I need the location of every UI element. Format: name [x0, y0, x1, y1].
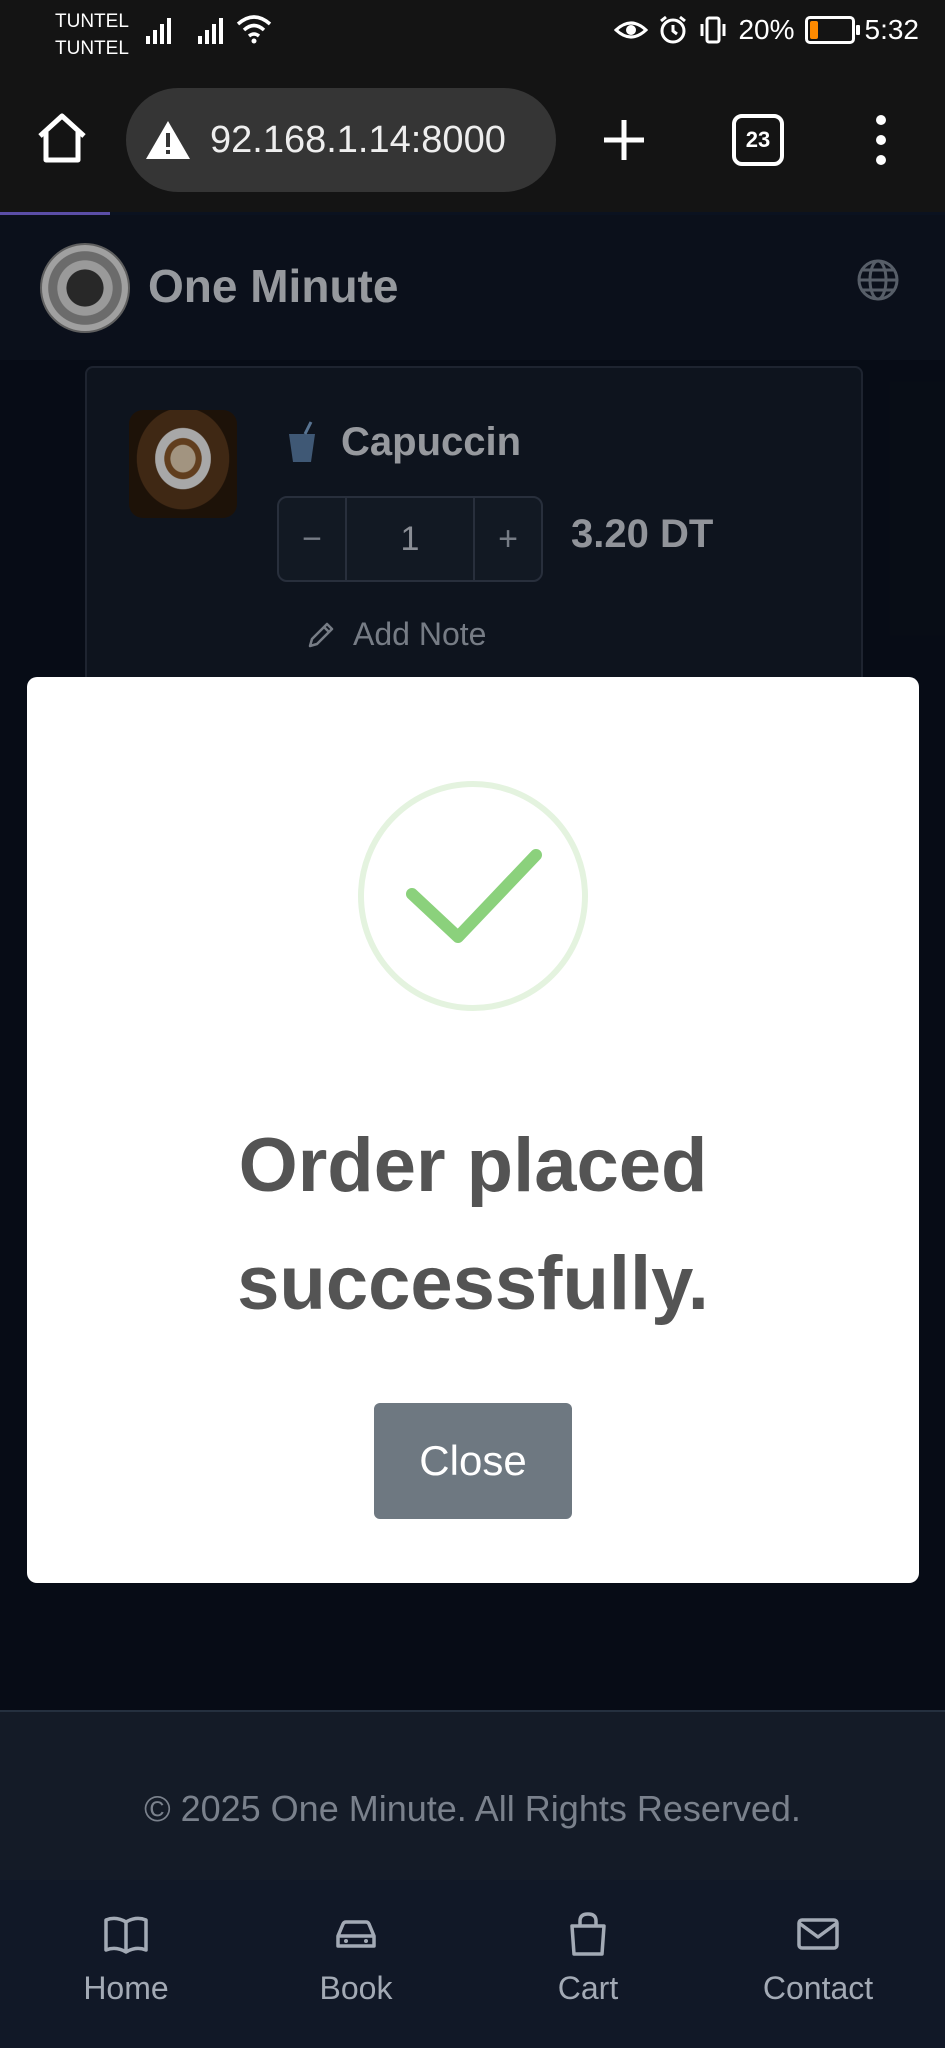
bottom-navigation: Home Book Cart Contact	[0, 1880, 945, 2048]
success-message: Order placed successfully.	[237, 1123, 709, 1326]
carrier-labels: TUNTEL TUNTEL	[55, 8, 129, 62]
nav-item-contact[interactable]: Contact	[718, 1910, 918, 2007]
tab-switcher-button[interactable]: 23	[732, 114, 784, 166]
alarm-icon	[660, 15, 687, 44]
nav-label-book: Book	[319, 1970, 393, 2006]
book-open-icon	[104, 1916, 148, 1954]
new-tab-icon[interactable]	[596, 112, 652, 168]
signal-icon	[146, 18, 171, 44]
nav-label-home: Home	[83, 1970, 169, 2006]
battery-percent: 20%	[738, 14, 795, 45]
status-right: 20% 5:32	[614, 14, 919, 46]
carrier-1: TUNTEL	[55, 11, 129, 32]
close-button[interactable]: Close	[374, 1403, 572, 1519]
copyright-text: © 2025 One Minute. All Rights Reserved.	[144, 1788, 801, 1829]
url-text: 92.168.1.14:8000	[210, 118, 506, 161]
signal-icon	[198, 18, 223, 44]
address-bar[interactable]: 92.168.1.14:8000	[126, 88, 556, 192]
battery-fill	[809, 21, 818, 39]
home-icon[interactable]	[34, 110, 90, 166]
warning-icon	[146, 121, 190, 159]
mail-icon	[797, 1918, 839, 1950]
carrier-2: TUNTEL	[55, 38, 129, 59]
nav-item-home[interactable]: Home	[26, 1910, 226, 2007]
car-icon	[336, 1920, 376, 1948]
success-check-icon	[358, 781, 588, 1011]
battery-icon	[804, 16, 860, 44]
vibrate-icon	[700, 16, 726, 44]
nav-label-cart: Cart	[557, 1970, 619, 2006]
success-dialog: Order placed successfully. Close	[27, 677, 919, 1583]
wifi-icon	[236, 15, 272, 44]
nav-item-book[interactable]: Book	[256, 1910, 456, 2007]
nav-item-cart[interactable]: Cart	[488, 1910, 688, 2007]
browser-toolbar: 92.168.1.14:8000 23	[0, 70, 945, 212]
nav-label-contact: Contact	[762, 1970, 874, 2006]
shopping-bag-icon	[570, 1912, 606, 1956]
status-bar: TUNTEL TUNTEL 20% 5:32	[0, 0, 945, 70]
clock: 5:32	[864, 14, 920, 45]
eye-icon	[614, 21, 649, 39]
site-footer: © 2025 One Minute. All Rights Reserved.	[0, 1710, 945, 1884]
more-menu-icon[interactable]	[866, 110, 896, 170]
